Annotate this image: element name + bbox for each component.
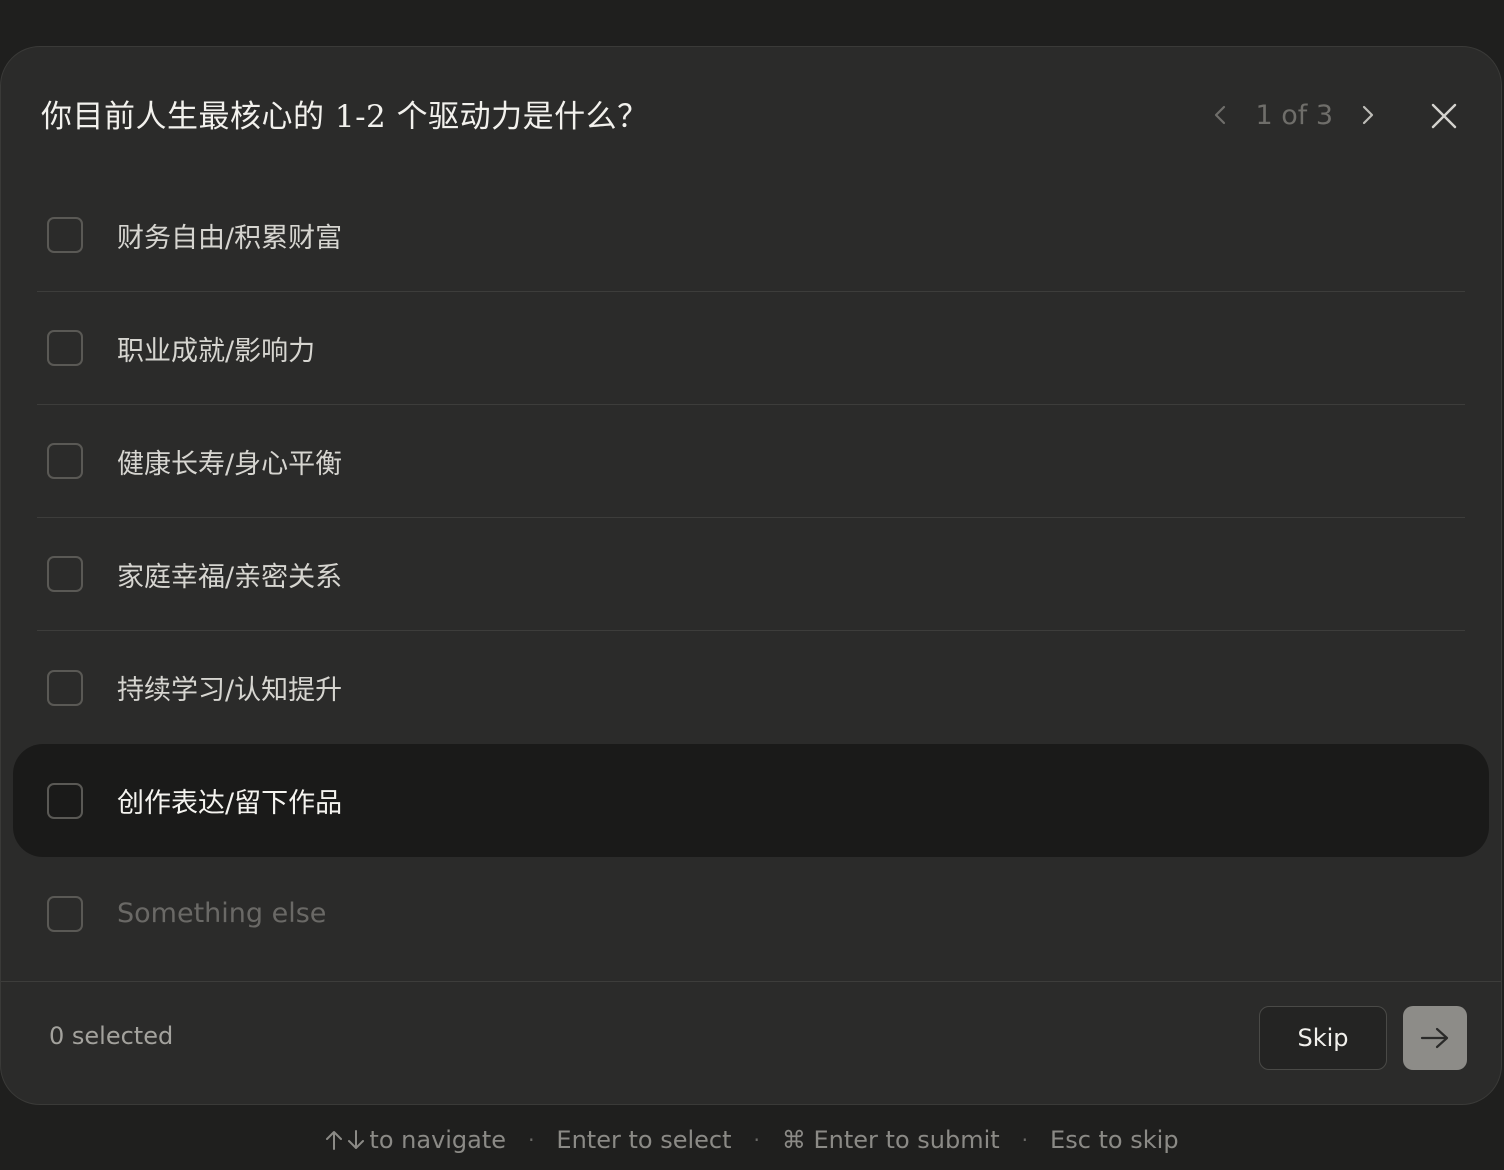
chevron-right-icon [1362,105,1374,125]
selected-count: 0 selected [49,1022,174,1050]
chevron-left-icon [1215,105,1226,125]
hint-submit: ⌘ Enter to submit [781,1126,1000,1154]
option-label: 家庭幸福/亲密关系 [117,561,343,593]
option-row[interactable]: 财务自由/积累财富 [37,179,1465,292]
option-row[interactable]: 家庭幸福/亲密关系 [37,518,1465,631]
pager-text: 1 of 3 [1255,99,1333,131]
option-row[interactable]: 健康长寿/身心平衡 [37,405,1465,518]
option-checkbox[interactable] [47,669,83,706]
option-checkbox[interactable] [47,330,83,366]
hint-skip: Esc to skip [1050,1126,1179,1154]
option-checkbox[interactable] [47,895,83,932]
option-label: 持续学习/认知提升 [117,675,343,706]
option-checkbox[interactable] [47,782,83,819]
question-title: 你目前人生最核心的 1-2 个驱动力是什么？ [41,99,649,135]
skip-button[interactable]: Skip [1259,1006,1387,1070]
option-row[interactable]: 职业成就/影响力 [37,292,1465,405]
hint-navigate: to navigate [325,1126,506,1154]
hint-navigate-text: to navigate [369,1126,507,1154]
keyboard-hints: to navigate · Enter to select · ⌘ Enter … [0,1120,1504,1160]
prev-question-button[interactable] [1207,97,1233,133]
option-label: 职业成就/影响力 [117,335,316,367]
option-label: 财务自由/积累财富 [117,222,343,254]
option-row-highlighted[interactable]: 创作表达/留下作品 [13,744,1489,857]
question-dialog: 你目前人生最核心的 1-2 个驱动力是什么？ 1 of 3 财务自由/积累财富 … [0,46,1502,1105]
option-checkbox[interactable] [47,217,83,253]
dialog-footer: 0 selected Skip [1,981,1501,1104]
option-label: 创作表达/留下作品 [117,788,343,819]
close-button[interactable] [1427,99,1461,133]
pager: 1 of 3 [1207,97,1381,133]
option-row[interactable]: 持续学习/认知提升 [37,631,1465,744]
submit-button[interactable] [1403,1006,1467,1070]
hint-separator: · [1021,1128,1029,1152]
arrow-down-icon [348,1130,365,1149]
dialog-header: 你目前人生最核心的 1-2 个驱动力是什么？ 1 of 3 [1,47,1501,183]
option-label: 健康长寿/身心平衡 [117,448,343,480]
next-question-button[interactable] [1355,97,1381,133]
arrow-right-icon [1420,1027,1449,1049]
something-else-input[interactable]: Something else [117,898,326,929]
options-list: 财务自由/积累财富 职业成就/影响力 健康长寿/身心平衡 家庭幸福/亲密关系 持… [1,179,1501,970]
arrow-up-icon [326,1131,343,1150]
close-icon [1431,103,1457,129]
option-row-something-else[interactable]: Something else [37,857,1465,970]
hint-select: Enter to select [556,1126,732,1154]
option-checkbox[interactable] [47,443,83,479]
hint-separator: · [528,1128,535,1152]
option-checkbox[interactable] [47,556,83,592]
hint-separator: · [753,1128,760,1152]
